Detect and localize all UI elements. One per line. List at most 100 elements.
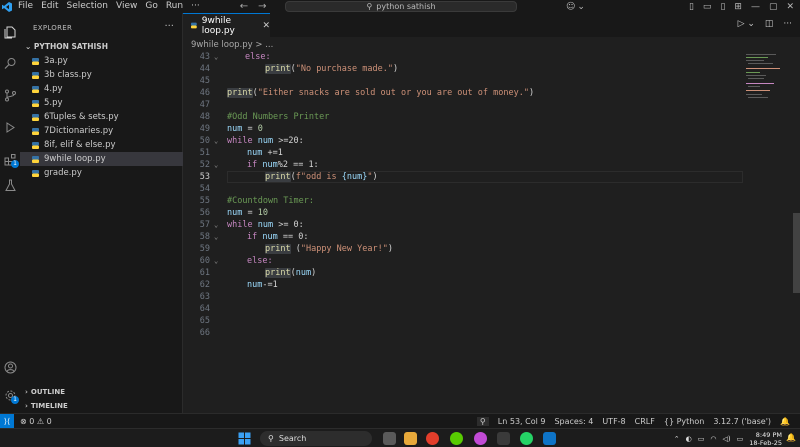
- layout-sidebar-icon[interactable]: ▯: [689, 2, 694, 12]
- menu-run[interactable]: Run: [162, 0, 187, 13]
- variable: num: [257, 136, 274, 146]
- string-literal: "Happy New Year!": [300, 244, 388, 254]
- whatsapp-icon[interactable]: [520, 432, 533, 445]
- editor-tabs: 9while loop.py ✕ ▷ ⌄ ◫ ···: [183, 13, 800, 37]
- menu-more[interactable]: ···: [187, 0, 204, 13]
- explorer-sidebar: EXPLORER ··· ⌄ PYTHON SATHISH 3a.py 3b cl…: [20, 13, 183, 413]
- breadcrumb-file[interactable]: 9while loop.py: [191, 40, 253, 50]
- encoding[interactable]: UTF-8: [602, 417, 625, 426]
- testing-flask-icon[interactable]: [3, 178, 17, 192]
- more-actions-icon[interactable]: ···: [783, 19, 792, 29]
- explorer-icon[interactable]: [3, 25, 17, 39]
- camera-icon[interactable]: [497, 432, 510, 445]
- vertical-scrollbar[interactable]: [793, 213, 800, 293]
- menu-go[interactable]: Go: [141, 0, 161, 13]
- close-icon[interactable]: ✕: [786, 2, 794, 12]
- vscode-taskbar-icon[interactable]: [543, 432, 556, 445]
- code-editor[interactable]: 43 ⌄ 44 45 46 47 48 49 50 ⌄ 51 52 ⌄ 53 54 55 56 57 ⌄ 58 ⌄ 59 6…: [183, 50, 743, 410]
- tab-9while-loop[interactable]: 9while loop.py ✕: [183, 13, 270, 37]
- braces-icon: {}: [663, 416, 677, 426]
- display-icon[interactable]: ▭: [698, 435, 705, 443]
- notifications-bell-icon[interactable]: 🔔: [780, 417, 790, 426]
- file-item[interactable]: 4.py: [20, 82, 183, 96]
- function-name: print: [227, 88, 253, 98]
- zoom-icon[interactable]: ⚲: [476, 416, 489, 426]
- system-clock[interactable]: 8:49 PM 18-Feb-25: [749, 431, 782, 447]
- close-icon[interactable]: ✕: [262, 21, 270, 31]
- code-line-56: num = 10: [227, 208, 268, 218]
- settings-gear-icon[interactable]: 1: [3, 388, 19, 404]
- more-actions-icon[interactable]: ···: [164, 21, 174, 32]
- file-item[interactable]: 8if, elif & else.py: [20, 138, 183, 152]
- taskbar-search[interactable]: ⚲ Search: [260, 431, 372, 446]
- language-mode[interactable]: {} Python: [664, 417, 704, 426]
- gutter-row: 45: [183, 75, 743, 87]
- copilot-app-icon[interactable]: [474, 432, 487, 445]
- keyword: else:: [247, 256, 273, 266]
- file-item[interactable]: 7Dictionaries.py: [20, 124, 183, 138]
- wifi-icon[interactable]: ◠: [710, 435, 716, 443]
- task-view-icon[interactable]: [383, 432, 396, 445]
- layout-panel-icon[interactable]: ▭: [703, 2, 712, 12]
- copilot-menu[interactable]: ☺ ⌄: [566, 0, 585, 13]
- account-icon[interactable]: [3, 360, 17, 374]
- chrome-icon[interactable]: [426, 432, 439, 445]
- copilot-tray-icon[interactable]: ◐: [686, 435, 692, 443]
- python-file-icon: [32, 141, 39, 149]
- run-debug-icon[interactable]: [3, 120, 17, 134]
- file-item[interactable]: 9while loop.py: [20, 152, 183, 166]
- operator: >= 0:: [273, 220, 304, 230]
- extensions-icon[interactable]: 1: [3, 152, 19, 168]
- menu-bar: File Edit Selection View Go Run ···: [14, 0, 204, 13]
- gutter-row: 66: [183, 327, 743, 339]
- duolingo-icon[interactable]: [450, 432, 463, 445]
- gutter-row: 63: [183, 291, 743, 303]
- file-name: 5.py: [44, 98, 63, 108]
- file-item[interactable]: 3a.py: [20, 54, 183, 68]
- menu-edit[interactable]: Edit: [37, 0, 62, 13]
- python-file-icon: [32, 57, 39, 65]
- notification-icon[interactable]: 🔔: [786, 433, 796, 442]
- split-editor-icon[interactable]: ◫: [765, 19, 774, 29]
- search-icon[interactable]: [3, 56, 17, 70]
- variable: num: [295, 268, 312, 278]
- maximize-icon[interactable]: ▢: [769, 2, 778, 12]
- command-center-search[interactable]: ⚲ python sathish: [285, 1, 517, 12]
- back-arrow-icon[interactable]: ←: [240, 1, 248, 12]
- cursor-position[interactable]: Ln 53, Col 9: [498, 417, 546, 426]
- file-item[interactable]: 3b class.py: [20, 68, 183, 82]
- menu-selection[interactable]: Selection: [63, 0, 112, 13]
- outline-section[interactable]: › OUTLINE: [25, 388, 65, 396]
- file-item[interactable]: grade.py: [20, 166, 183, 180]
- file-item[interactable]: 6Tuples & sets.py: [20, 110, 183, 124]
- outline-label: OUTLINE: [30, 388, 66, 396]
- workspace-folder[interactable]: ⌄ PYTHON SATHISH: [25, 42, 108, 51]
- run-icon[interactable]: ▷ ⌄: [738, 19, 755, 29]
- menu-view[interactable]: View: [112, 0, 141, 13]
- line-number: 63: [199, 292, 210, 302]
- explorer-title: EXPLORER: [33, 24, 73, 32]
- timeline-section[interactable]: › TIMELINE: [25, 402, 68, 410]
- chevron-up-icon[interactable]: ⌃: [674, 435, 680, 443]
- menu-file[interactable]: File: [14, 0, 37, 13]
- problems-status[interactable]: ⊗ 0 ⚠ 0: [20, 417, 52, 426]
- line-ending[interactable]: CRLF: [635, 417, 655, 426]
- remote-indicator-icon[interactable]: ⟩⟨: [0, 414, 14, 428]
- layout-secondary-icon[interactable]: ▯: [720, 2, 725, 12]
- code-line-55: #Countdown Timer:: [183, 195, 743, 207]
- breadcrumb-scope[interactable]: ...: [265, 40, 273, 50]
- minimap[interactable]: [743, 50, 793, 410]
- volume-icon[interactable]: ◁): [723, 435, 731, 443]
- forward-arrow-icon[interactable]: →: [258, 1, 266, 12]
- source-control-icon[interactable]: [3, 88, 17, 102]
- windows-start-icon[interactable]: [238, 432, 251, 445]
- battery-icon[interactable]: ▭: [737, 435, 744, 443]
- minimize-icon[interactable]: —: [751, 2, 760, 12]
- file-explorer-icon[interactable]: [404, 432, 417, 445]
- indentation[interactable]: Spaces: 4: [554, 417, 593, 426]
- python-interpreter[interactable]: 3.12.7 ('base'): [713, 417, 771, 426]
- chevron-right-icon: ›: [25, 402, 28, 410]
- python-file-icon: [32, 71, 39, 79]
- customize-layout-icon[interactable]: ⊞: [734, 2, 742, 12]
- file-item[interactable]: 5.py: [20, 96, 183, 110]
